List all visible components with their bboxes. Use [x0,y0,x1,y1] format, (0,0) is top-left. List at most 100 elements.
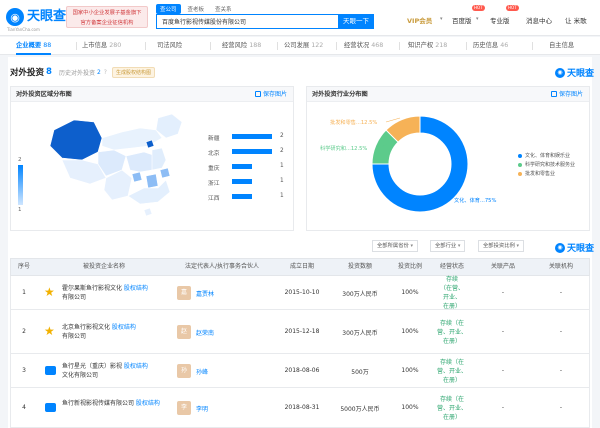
equity-chart-button[interactable]: 生成股权结构图 [111,66,155,78]
map-region-chongqing [131,171,143,183]
save-image-button[interactable]: 保存图片 [550,87,583,102]
search-tab-company[interactable]: 查公司 [156,4,181,14]
industry-filter[interactable]: 全部行业 ▾ [430,240,466,252]
logo-text: 天眼查 [27,9,67,24]
search-button[interactable]: 天眼一下 [338,14,374,29]
legend-dot-icon [518,162,522,167]
search-tab-relation[interactable]: 查关系 [211,4,236,14]
hot-badge: HOT [506,5,519,11]
chevron-down-icon: ▾ [457,243,461,249]
status-line: 在册） [442,413,461,421]
col-product: 关联产品 [490,263,515,270]
related-org: - [559,289,563,296]
status-line: 营、开业、 [436,367,467,375]
province-filter[interactable]: 全部所属省份 ▾ [372,240,418,252]
tab-company-summary[interactable]: 企业概要 88 [16,37,52,55]
tab-company-development[interactable]: 公司发展 122 [284,37,323,55]
status-badge: 存续（在营、开业、在册） [430,319,474,346]
province-bar[interactable] [232,134,272,139]
map-region-xinjiang [49,119,103,161]
save-image-button[interactable]: 保存图片 [254,87,287,102]
search-tab-boss[interactable]: 查老板 [184,4,209,14]
related-org: - [559,404,563,411]
legal-rep-link[interactable]: 赵荣南 [196,328,214,337]
promo-banner[interactable]: 国家中小企业发展子基金旗下 官方备案企业征信机构 [66,6,148,28]
map-region-central [125,151,157,173]
site-logo[interactable]: ◉ 天眼查 [6,8,66,26]
equity-structure-link[interactable]: 股权结构 [122,363,148,370]
chevron-down-icon[interactable]: ▾ [476,16,479,22]
china-map[interactable] [40,108,200,218]
map-region-hainan [143,207,153,217]
tab-divider [532,42,533,50]
company-name-line[interactable]: 鱼行新视影视传媒有限公司 [62,400,134,407]
nav-baidu-version[interactable]: 百度版 [452,15,472,25]
company-logo-icon [45,403,56,412]
hot-badge: HOT [472,5,485,11]
company-name-line[interactable]: 有限公司 [62,332,168,341]
company-name[interactable]: 鱼行新视影视传媒有限公司 股权结构 [62,399,168,408]
ratio-filter[interactable]: 全部投资比例 ▾ [478,240,524,252]
company-name-line[interactable]: 鱼行星光（重庆）影视 [62,363,122,370]
company-name-line[interactable]: 北京鱼行影视文化 [62,324,110,331]
status-line: 在册） [442,337,461,345]
province-value: 1 [280,178,284,184]
equity-structure-link[interactable]: 股权结构 [110,324,136,331]
province-bar[interactable] [232,149,272,154]
company-name[interactable]: 鱼行星光（重庆）影视 股权结构 文化有限公司 [62,362,168,380]
tab-business-status[interactable]: 经营状况 468 [344,37,383,55]
industry-donut-chart[interactable]: 文化、体育...75% 科学研究和...12.5% 批发和零售...12.5% [316,104,506,228]
province-label: 江西 [208,196,220,202]
founded-date: 2018-08-31 [284,404,320,411]
founded-date: 2015-10-10 [284,289,320,296]
search-input[interactable] [156,14,338,29]
province-bar[interactable] [232,179,252,184]
tab-history-info[interactable]: 历史信息 46 [473,37,508,55]
nav-pro-version[interactable]: 专业版 [490,15,510,25]
company-name[interactable]: 霍尔果斯鱼行影视文化 股权结构 有限公司 [62,284,168,302]
company-name[interactable]: 北京鱼行影视文化 股权结构 有限公司 [62,323,168,341]
status-line: 在册） [442,376,461,384]
avatar: 嘉 [177,286,191,300]
company-name-line[interactable]: 文化有限公司 [62,371,168,380]
equity-structure-link[interactable]: 股权结构 [134,400,160,407]
history-investment-link[interactable]: 历史对外投资 [59,68,95,77]
legal-rep-link[interactable]: 嘉贾林 [196,289,214,298]
equity-structure-link[interactable]: 股权结构 [122,285,148,292]
vip-member-link[interactable]: VIP会员 [407,15,432,25]
star-logo-icon: ★ [44,324,55,338]
chevron-down-icon: ▾ [516,243,519,249]
tab-listing-info[interactable]: 上市信息 280 [82,37,121,55]
province-label: 重庆 [208,166,220,172]
legend-min: 1 [18,207,22,213]
tab-operation-risk[interactable]: 经营风险 188 [222,37,261,55]
legal-rep-link[interactable]: 李明 [196,404,208,413]
related-product: - [501,367,505,374]
map-region-jiangxi [145,173,159,189]
chevron-down-icon[interactable]: ▾ [440,16,443,22]
help-icon[interactable]: ? [104,69,107,76]
col-index: 序号 [17,263,30,270]
legend-item[interactable]: 批发和零售业 [518,170,555,177]
province-value: 1 [280,163,284,169]
nav-message-center[interactable]: 消息中心 [526,15,552,25]
industry-card-header: 对外投资行业分布图 保存图片 [307,87,589,102]
legend-item[interactable]: 科学研究和技术服务业 [518,161,575,168]
investment-ratio: 100% [401,328,419,335]
row-index: 1 [22,289,26,296]
legend-item[interactable]: 文化、体育和娱乐业 [518,152,570,159]
status-badge: 存续（在营、开业、在册） [430,358,474,385]
company-name-line[interactable]: 有限公司 [62,293,168,302]
province-bar[interactable] [232,164,252,169]
tab-judicial-risk[interactable]: 司法风险 [157,37,182,55]
user-menu[interactable]: 让 米歌 [565,15,587,25]
status-line: 营、开业、 [436,328,467,336]
company-name-line[interactable]: 霍尔果斯鱼行影视文化 [62,285,122,292]
tab-intellectual-property[interactable]: 知识产权 218 [408,37,447,55]
province-bar[interactable] [232,194,252,199]
save-image-label: 保存图片 [558,91,583,98]
tab-divider [145,42,146,50]
tab-self-info[interactable]: 自主信息 [549,37,574,55]
province-value: 2 [280,133,284,139]
legal-rep-link[interactable]: 孙峰 [196,367,208,376]
